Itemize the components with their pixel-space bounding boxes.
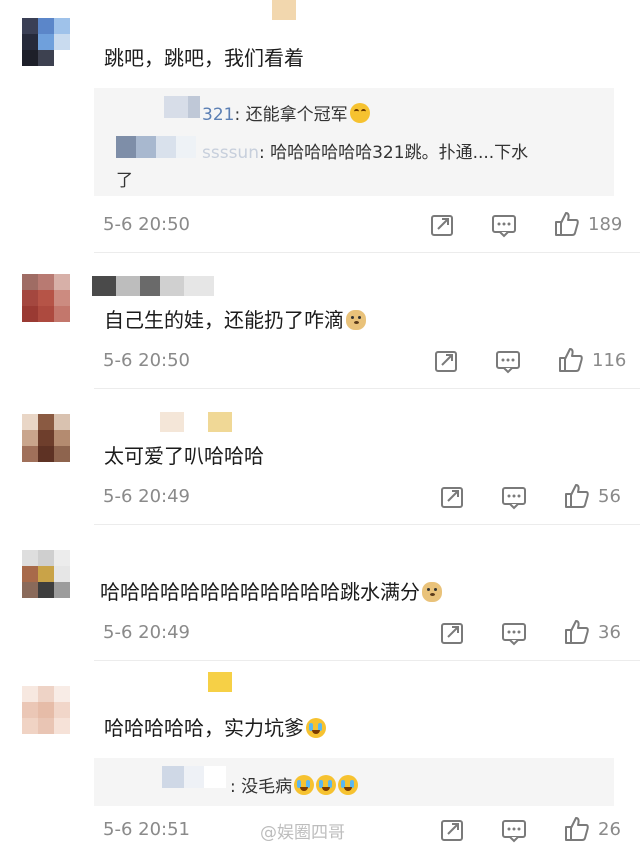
comment-icon[interactable] <box>500 619 528 647</box>
comment-meta: 5-6 20:49 36 <box>0 618 640 648</box>
like-count: 56 <box>598 486 621 507</box>
divider <box>94 524 640 525</box>
comment-icon[interactable] <box>490 211 518 239</box>
comment-text: 哈哈哈哈哈，实力坑爹 <box>104 714 326 742</box>
like-icon[interactable] <box>552 210 580 238</box>
reply-text: : 没毛病 <box>230 777 293 797</box>
comment-date: 5-6 20:51 <box>103 819 190 840</box>
like-icon[interactable] <box>562 482 590 510</box>
cry-laugh-emoji <box>306 718 326 738</box>
comment-meta: 5-6 20:49 56 <box>0 482 640 512</box>
reply-username-mosaic <box>162 766 226 788</box>
username-mosaic[interactable] <box>272 0 296 20</box>
comment-icon[interactable] <box>500 483 528 511</box>
like-icon[interactable] <box>562 815 590 843</box>
comment-text-content: 哈哈哈哈哈，实力坑爹 <box>104 716 304 740</box>
reply-text: : 哈哈哈哈哈哈321跳。扑通....下水 <box>258 143 529 163</box>
cry-laugh-emoji <box>338 775 359 795</box>
like-count: 36 <box>598 622 621 643</box>
comment-meta: 5-6 20:50 189 <box>0 210 640 240</box>
cry-laugh-emoji <box>316 775 337 795</box>
comment-date: 5-6 20:50 <box>103 214 190 235</box>
avatar[interactable] <box>22 686 70 734</box>
reply-username[interactable]: 321 <box>202 105 234 125</box>
reply-continuation: 了 <box>116 171 133 191</box>
reply-line: ssssun: 哈哈哈哈哈哈321跳。扑通....下水 <box>202 138 528 163</box>
avatar[interactable] <box>22 18 70 66</box>
comment-text-content: 自己生的娃，还能扔了咋滴 <box>104 308 344 332</box>
avatar[interactable] <box>22 414 70 462</box>
like-count: 26 <box>598 819 621 840</box>
avatar[interactable] <box>22 274 70 322</box>
comment-text: 自己生的娃，还能扔了咋滴 <box>104 306 366 334</box>
like-icon[interactable] <box>556 346 584 374</box>
comment-text: 哈哈哈哈哈哈哈哈哈哈哈哈跳水满分 <box>100 578 442 606</box>
laugh-emoji <box>349 103 370 123</box>
watermark: @娱圈四哥 <box>260 823 345 843</box>
like-icon[interactable] <box>562 618 590 646</box>
reply-username[interactable]: ssssun <box>202 143 259 163</box>
doge-emoji <box>422 582 442 602</box>
reply-line: 321: 还能拿个冠军 <box>202 100 370 125</box>
repost-icon[interactable] <box>438 483 466 511</box>
repost-icon[interactable] <box>432 347 460 375</box>
reply-username-mosaic <box>164 96 200 118</box>
comment-text: 太可爱了叭哈哈哈 <box>104 444 264 468</box>
avatar[interactable] <box>22 550 70 598</box>
username-mosaic[interactable] <box>160 412 232 432</box>
like-count: 189 <box>588 214 623 235</box>
divider <box>94 252 640 253</box>
cry-laugh-emoji <box>294 775 315 795</box>
comment-date: 5-6 20:49 <box>103 622 190 643</box>
reply-thread[interactable]: : 没毛病 <box>94 758 614 806</box>
comment-date: 5-6 20:49 <box>103 486 190 507</box>
reply-text: : 还能拿个冠军 <box>234 105 348 125</box>
reply-avatar-mosaic <box>116 136 196 158</box>
comment-icon[interactable] <box>500 816 528 844</box>
doge-emoji <box>346 310 366 330</box>
reply-line: : 没毛病 <box>230 772 359 797</box>
username-mosaic[interactable] <box>208 672 232 692</box>
comment-date: 5-6 20:50 <box>103 350 190 371</box>
divider <box>94 388 640 389</box>
username-mosaic[interactable] <box>92 276 214 296</box>
like-count: 116 <box>592 350 627 371</box>
repost-icon[interactable] <box>428 211 456 239</box>
comment-meta: 5-6 20:50 116 <box>0 346 640 376</box>
repost-icon[interactable] <box>438 619 466 647</box>
comment-icon[interactable] <box>494 347 522 375</box>
comment-text: 跳吧，跳吧，我们看着 <box>104 46 304 70</box>
reply-thread[interactable]: 321: 还能拿个冠军 ssssun: 哈哈哈哈哈哈321跳。扑通....下水 … <box>94 88 614 196</box>
divider <box>94 660 640 661</box>
comment-text-content: 哈哈哈哈哈哈哈哈哈哈哈哈跳水满分 <box>100 580 420 604</box>
repost-icon[interactable] <box>438 816 466 844</box>
